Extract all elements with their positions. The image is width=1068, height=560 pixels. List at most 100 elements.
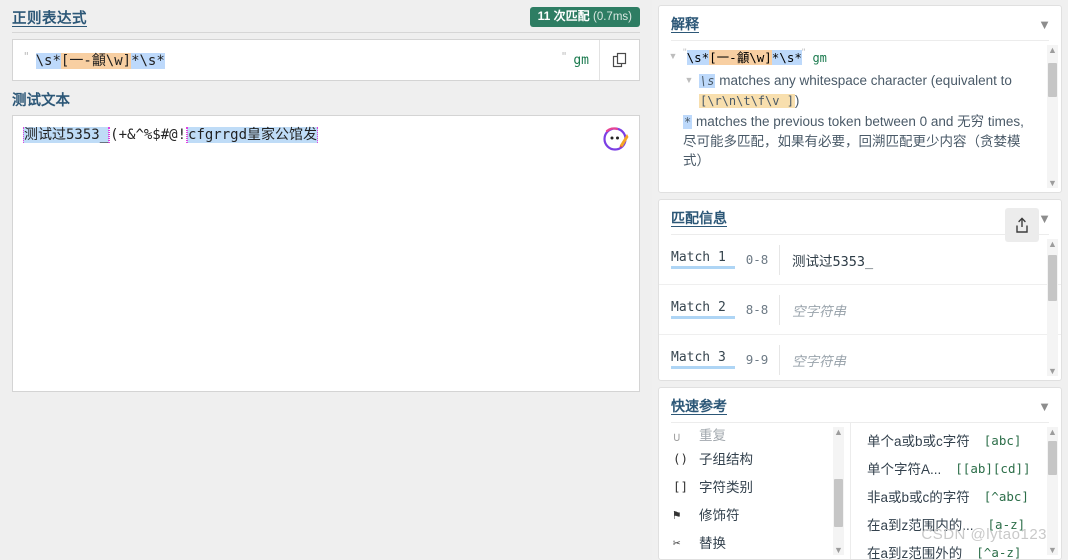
regex-close-quote: " [560,49,568,63]
repeat-icon: ∪ [673,429,681,444]
list-item-code: [^abc] [983,488,1029,504]
list-item-label: 在a到z范围外的 [867,546,963,559]
match-label[interactable]: Match 3 [671,350,735,369]
scroll-down-icon[interactable]: ▼ [834,545,843,555]
regex-flags-cell[interactable]: " gm [557,40,599,80]
explanation-pattern-row: ▼ "\s*[一-龥\w]*\s*" gm [667,47,1037,67]
copy-regex-button[interactable] [599,40,639,80]
right-pane: 解释 ▼ ▼ "\s*[一-龥\w]*\s*" gm ▼ \s matches a… [652,0,1068,560]
quick-reference-title: 快速参考 [671,398,727,414]
quick-reference-header: 快速参考 ▼ [659,388,1061,422]
test-match-2: cfgrrgd皇家公馆发 [187,127,319,143]
match-count-badge: 11 次匹配 (0.7ms) [529,6,640,28]
list-item[interactable]: ✂ 替换 [659,528,850,556]
regex101-app: 正则表达式 11 次匹配 (0.7ms) " \s*[一-龥\w]*\s* " … [0,0,1068,560]
quick-reference-card: 快速参考 ▼ ∪ 重复 () 子组结构 [] 字符类别 ⚑ 修饰符 ✂ 替换 ▲… [658,387,1062,560]
explanation-scrollbar[interactable]: ▲ ▼ [1047,45,1058,188]
quick-ref-left-scrollbar[interactable]: ▲ ▼ [833,427,844,555]
exp-text-1a: matches any whitespace character (equiva… [715,73,1012,88]
match-info-title: 匹配信息 [671,210,727,226]
match-range: 0-8 [745,252,769,267]
list-item[interactable]: ∪ 重复 [659,426,850,444]
scroll-down-icon[interactable]: ▼ [1048,178,1057,188]
regex-section-header: 正则表达式 11 次匹配 (0.7ms) [0,0,652,32]
list-item-label: 单个a或b或c字符 [867,434,970,449]
explanation-flags: gm [812,51,827,65]
match-info-card: 匹配信息 ▼ Match 1 0-8 测试过5353_ Match 2 8-8 … [658,199,1062,381]
scrollbar-thumb[interactable] [1048,441,1057,475]
match-label[interactable]: Match 2 [671,300,735,319]
scissors-icon: ✂ [673,534,681,550]
regex-section-title: 正则表达式 [12,10,87,27]
quick-reference-left-column: ∪ 重复 () 子组结构 [] 字符类别 ⚑ 修饰符 ✂ 替换 ▲ ▼ [659,423,851,559]
list-item[interactable]: 单个a或b或c字符 [abc] [851,426,1061,454]
table-row[interactable]: Match 3 9-9 空字符串 [659,335,1061,380]
regex-input-field[interactable]: " \s*[一-龥\w]*\s* [13,40,557,80]
chevron-down-icon[interactable]: ▼ [1038,18,1051,31]
tree-toggle-child[interactable]: ▼ [683,71,695,89]
explanation-header: 解释 ▼ [659,6,1061,40]
list-item-code: [^a-z] [976,544,1022,560]
explanation-pattern: "\s*[一-龥\w]*\s*" gm [683,47,827,65]
list-item[interactable]: 在a到z范围内的... [a-z] [851,510,1061,538]
scroll-up-icon[interactable]: ▲ [834,427,843,437]
explanation-title: 解释 [671,16,699,32]
match-info-list: Match 1 0-8 测试过5353_ Match 2 8-8 空字符串 Ma… [659,235,1061,380]
exp-close-quote: " [801,47,806,59]
scroll-down-icon[interactable]: ▼ [1048,366,1057,376]
test-text-content[interactable]: 测试过5353_ (+&^%$#@! cfgrrgd皇家公馆发 [13,116,639,145]
list-item[interactable]: [] 字符类别 [659,472,850,500]
left-pane: 正则表达式 11 次匹配 (0.7ms) " \s*[一-龥\w]*\s* " … [0,0,652,560]
list-item[interactable]: () 子组结构 [659,444,850,472]
table-row[interactable]: Match 1 0-8 测试过5353_ [659,235,1061,285]
list-item-code: [[ab][cd]] [955,460,1031,476]
explanation-body: ▼ "\s*[一-龥\w]*\s*" gm ▼ \s matches any wh… [659,41,1061,192]
chevron-down-icon[interactable]: ▼ [1038,212,1051,225]
list-item-label: 替换 [699,536,726,551]
match-value: 空字符串 [779,294,846,325]
exp-code-ws: [\r\n\t\f\v ] [699,94,795,108]
list-item[interactable]: ⚑ 修饰符 [659,500,850,528]
test-text-box[interactable]: 测试过5353_ (+&^%$#@! cfgrrgd皇家公馆发 [12,115,640,392]
header-divider [12,32,640,33]
explanation-item-2-text: * matches the previous token between 0 a… [683,114,1024,168]
list-item-code: [abc] [983,432,1022,448]
quick-ref-right-scrollbar[interactable]: ▲ ▼ [1047,427,1058,555]
flag-icon: ⚑ [673,506,681,522]
scroll-up-icon[interactable]: ▲ [1048,427,1057,437]
list-item-label: 单个字符A... [867,462,942,477]
scrollbar-thumb[interactable] [1048,63,1057,97]
tree-toggle-root[interactable]: ▼ [667,47,679,65]
list-item[interactable]: 在a到z范围外的 [^a-z] [851,538,1061,560]
list-item[interactable]: 单个字符A... [[ab][cd]] [851,454,1061,482]
character-class-icon: [] [673,478,689,494]
scroll-up-icon[interactable]: ▲ [1048,239,1057,249]
scrollbar-thumb[interactable] [834,479,843,527]
scroll-up-icon[interactable]: ▲ [1048,45,1057,55]
regex-input-box[interactable]: " \s*[一-龥\w]*\s* " gm [12,39,640,81]
match-info-scrollbar[interactable]: ▲ ▼ [1047,239,1058,376]
test-text-title: 测试文本 [12,93,70,109]
list-item-label: 非a或b或c的字符 [867,490,970,505]
regex-flags-value[interactable]: gm [573,53,589,68]
share-export-icon [1016,217,1028,233]
export-matches-button[interactable] [1005,208,1039,242]
chevron-down-icon[interactable]: ▼ [1038,400,1051,413]
scroll-down-icon[interactable]: ▼ [1048,545,1057,555]
quick-reference-right-column: 单个a或b或c字符 [abc] 单个字符A... [[ab][cd]] 非a或b… [851,423,1061,559]
explanation-item-2: * matches the previous token between 0 a… [667,112,1037,170]
list-item-label: 在a到z范围内的... [867,518,974,533]
scrollbar-thumb[interactable] [1048,255,1057,301]
exp-text-1b: ) [794,93,800,108]
match-label[interactable]: Match 1 [671,250,735,269]
exp-text-2: matches the previous token between 0 and… [683,114,1024,168]
exp-code-star: * [683,115,693,129]
match-value: 空字符串 [779,344,846,375]
test-match-symbols: (+&^%$#@! [109,127,188,143]
explanation-card: 解释 ▼ ▼ "\s*[一-龥\w]*\s*" gm ▼ \s matches a… [658,5,1062,193]
list-item[interactable]: 非a或b或c的字符 [^abc] [851,482,1061,510]
mascot-avatar-icon[interactable] [603,126,629,152]
regex-pattern-text: \s*[一-龥\w]*\s* [35,53,165,69]
table-row[interactable]: Match 2 8-8 空字符串 [659,285,1061,335]
explanation-item-1: ▼ \s matches any whitespace character (e… [667,71,1037,111]
